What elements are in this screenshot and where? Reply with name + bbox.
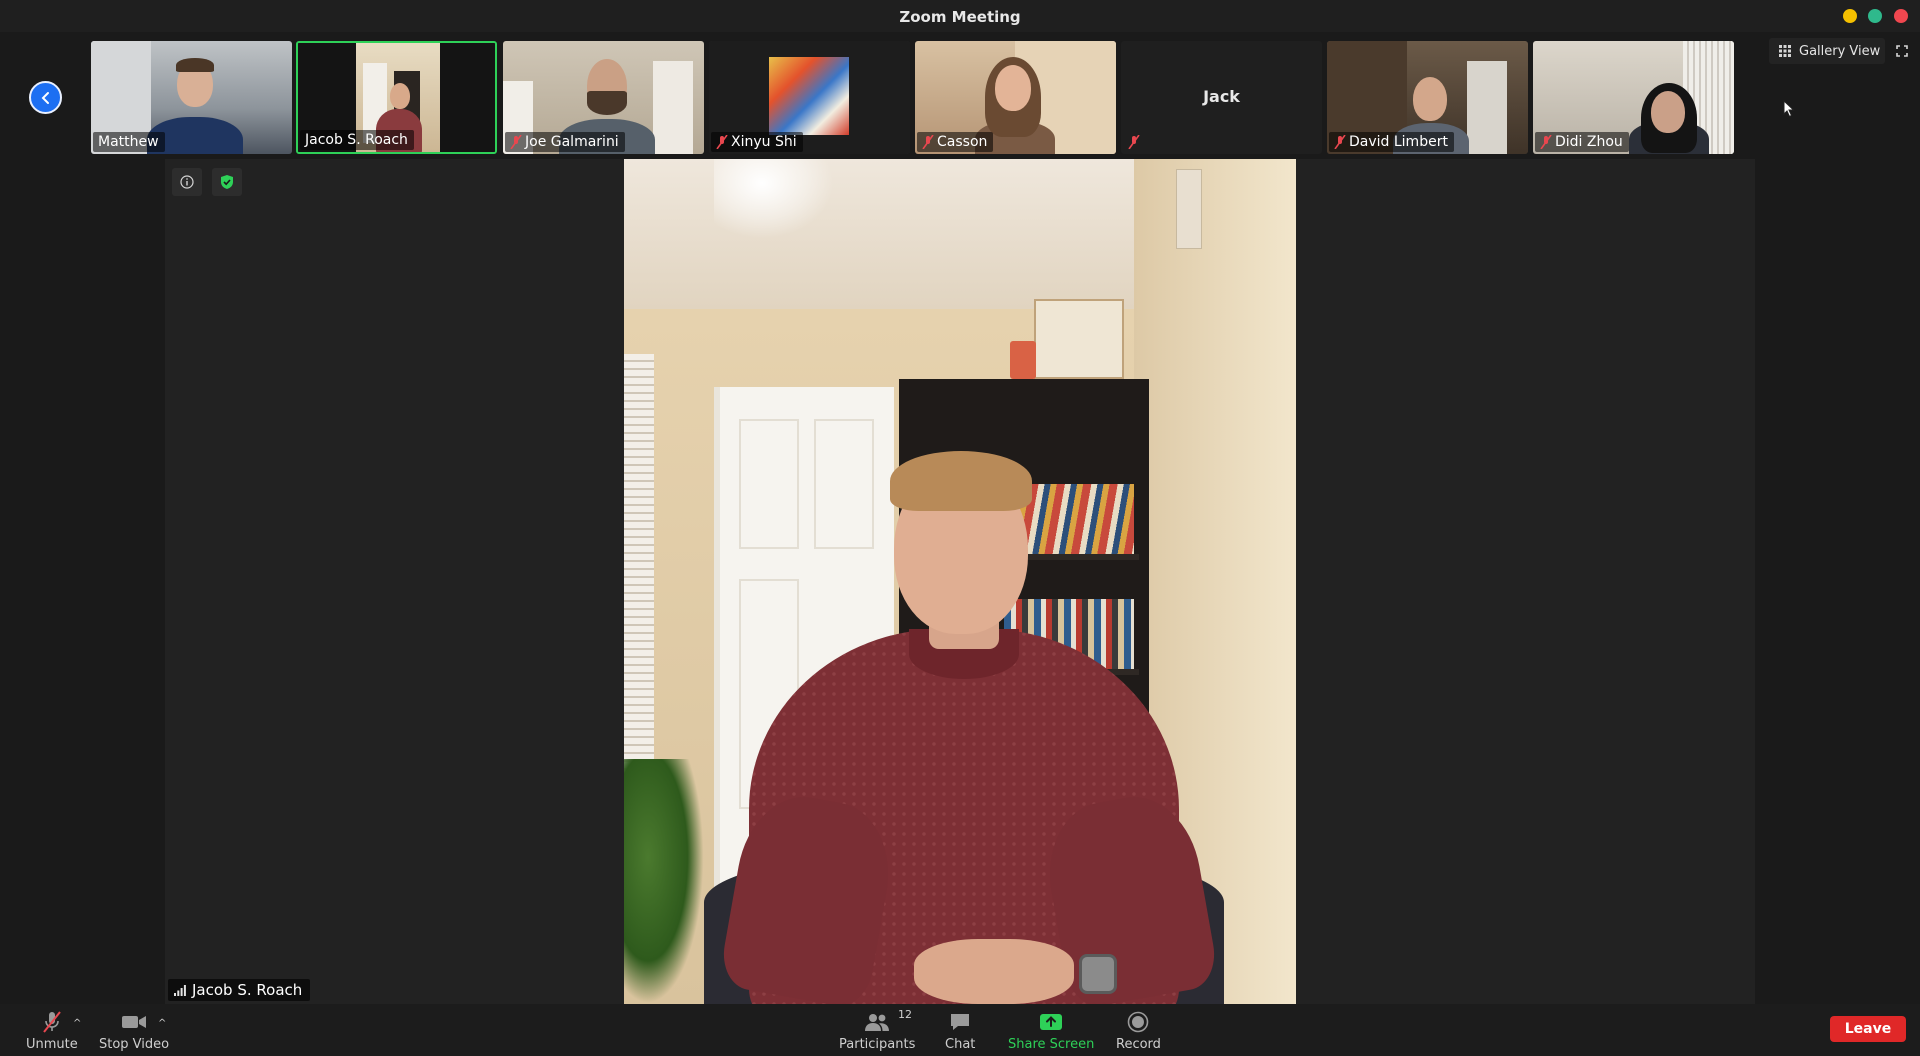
participants-icon — [865, 1014, 890, 1031]
participant-tile-david[interactable]: David Limbert — [1327, 41, 1528, 154]
fullscreen-button[interactable] — [1890, 38, 1914, 64]
security-status-button[interactable] — [212, 168, 242, 196]
leave-button[interactable]: Leave — [1830, 1016, 1906, 1042]
participant-name: Jacob S. Roach — [305, 132, 408, 148]
participant-tile-jacob[interactable]: Jacob S. Roach — [296, 41, 497, 154]
fullscreen-icon — [1896, 45, 1908, 57]
participant-name-tag: Jacob S. Roach — [300, 130, 414, 150]
gallery-view-button[interactable]: Gallery View — [1769, 38, 1885, 64]
unmute-label: Unmute — [26, 1037, 78, 1052]
audio-options-caret[interactable]: ^ — [73, 1018, 81, 1029]
participant-tile-matthew[interactable]: Matthew — [91, 41, 292, 154]
active-speaker-video — [624, 159, 1296, 1004]
participant-name-tag: Xinyu Shi — [711, 132, 803, 152]
participant-name-tag: David Limbert — [1329, 132, 1454, 152]
mouse-cursor-icon — [1783, 100, 1795, 118]
title-bar: Zoom Meeting — [0, 0, 1920, 32]
participant-name-tag: Joe Galmarini — [505, 132, 625, 152]
chat-label: Chat — [945, 1037, 976, 1052]
active-speaker-name: Jacob S. Roach — [192, 981, 303, 999]
participant-tile-xinyu[interactable]: Xinyu Shi — [709, 41, 910, 154]
meeting-toolbar: Unmute ^ Stop Video ^ Participants Chat … — [0, 1004, 1920, 1056]
record-button[interactable]: Record — [1116, 1010, 1161, 1052]
record-label: Record — [1116, 1037, 1161, 1052]
minimize-button[interactable] — [1843, 9, 1857, 23]
maximize-button[interactable] — [1868, 9, 1882, 23]
participant-name-tag — [1123, 132, 1146, 152]
muted-mic-icon — [1334, 135, 1346, 149]
chat-bubble-icon — [951, 1014, 970, 1030]
participants-label: Participants — [839, 1037, 916, 1052]
participant-name-tag: Casson — [917, 132, 994, 152]
chat-button[interactable]: Chat — [945, 1010, 975, 1052]
meeting-info-button[interactable] — [172, 168, 202, 196]
participant-name: Jack — [1203, 87, 1240, 106]
muted-mic-icon — [1540, 135, 1552, 149]
share-screen-button[interactable]: Share Screen — [1008, 1010, 1094, 1052]
participant-name: Matthew — [98, 134, 159, 150]
participant-name: Casson — [937, 134, 988, 150]
muted-mic-icon — [1128, 135, 1140, 149]
microphone-muted-icon — [43, 1011, 61, 1033]
participant-name: David Limbert — [1349, 134, 1448, 150]
chevron-left-icon — [41, 91, 49, 104]
record-icon — [1128, 1011, 1149, 1033]
participant-name-tag: Didi Zhou — [1535, 132, 1629, 152]
participant-tile-jack[interactable]: Jack — [1121, 41, 1322, 154]
stop-video-button[interactable]: Stop Video — [99, 1010, 169, 1052]
grid-icon — [1779, 45, 1791, 57]
participant-tile-joe[interactable]: Joe Galmarini — [503, 41, 704, 154]
video-options-caret[interactable]: ^ — [158, 1018, 166, 1029]
gallery-view-label: Gallery View — [1799, 43, 1881, 59]
stop-video-label: Stop Video — [99, 1037, 170, 1052]
participant-tile-didi[interactable]: Didi Zhou — [1533, 41, 1734, 154]
participant-name-tag: Matthew — [93, 132, 165, 152]
share-screen-label: Share Screen — [1008, 1037, 1095, 1052]
participants-count-badge: 12 — [898, 1008, 912, 1021]
muted-mic-icon — [716, 135, 728, 149]
window-title: Zoom Meeting — [899, 8, 1021, 26]
participant-name: Joe Galmarini — [525, 134, 619, 150]
participant-name: Didi Zhou — [1555, 134, 1623, 150]
video-camera-icon — [122, 1016, 147, 1028]
muted-mic-icon — [510, 135, 522, 149]
signal-strength-icon — [174, 984, 186, 996]
previous-page-button[interactable] — [29, 81, 62, 114]
unmute-button[interactable]: Unmute — [26, 1010, 78, 1052]
participant-tile-casson[interactable]: Casson — [915, 41, 1116, 154]
info-icon — [180, 175, 194, 189]
participant-name: Xinyu Shi — [731, 134, 797, 150]
muted-mic-icon — [922, 135, 934, 149]
close-button[interactable] — [1894, 9, 1908, 23]
shield-check-icon — [221, 175, 233, 189]
share-screen-icon — [1040, 1014, 1063, 1030]
active-speaker-tag: Jacob S. Roach — [168, 979, 311, 1001]
